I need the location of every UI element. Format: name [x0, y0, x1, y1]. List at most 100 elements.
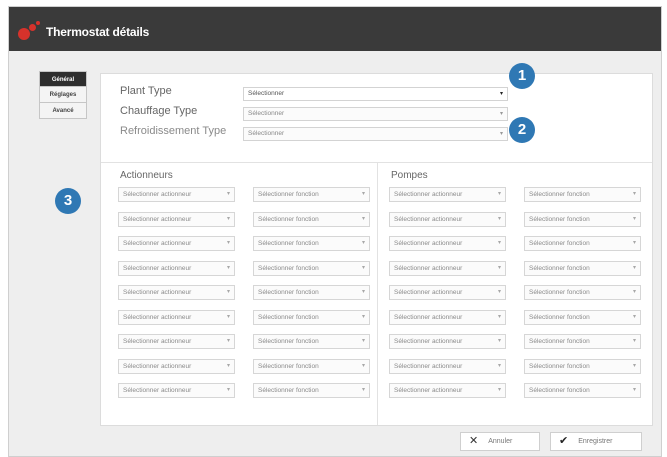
actionneurs-actionneur-select[interactable]: Sélectionner actionneur ▾ — [118, 334, 235, 349]
actionneurs-actionneur-value: Sélectionner actionneur — [123, 313, 192, 321]
refroidissement-type-select[interactable]: Sélectionner ▾ — [243, 127, 508, 141]
actionneurs-fonction-value: Sélectionner fonction — [258, 191, 319, 198]
pompes-fonction-select[interactable]: Sélectionner fonction ▾ — [524, 334, 641, 349]
tab-avance[interactable]: Avancé — [39, 103, 87, 119]
chevron-down-icon: ▾ — [361, 289, 365, 295]
actionneurs-actionneur-value: Sélectionner actionneur — [123, 338, 192, 345]
chevron-down-icon: ▾ — [361, 191, 365, 197]
plant-type-select[interactable]: Sélectionner ▾ — [243, 87, 508, 101]
save-button[interactable]: ✔ Enregistrer — [550, 432, 642, 451]
chevron-down-icon: ▾ — [497, 289, 501, 295]
chevron-down-icon: ▾ — [499, 131, 503, 137]
actionneurs-actionneur-value: Sélectionner actionneur — [123, 264, 192, 272]
actionneurs-fonction-select[interactable]: Sélectionner fonction ▾ — [253, 358, 370, 374]
pompes-fonction-select[interactable]: Sélectionner fonction ▾ — [524, 236, 641, 251]
chevron-down-icon: ▾ — [226, 191, 230, 197]
chevron-down-icon: ▾ — [497, 338, 501, 344]
pompes-actionneur-select[interactable]: Sélectionner actionneur ▾ — [389, 187, 506, 202]
pompes-fonction-select[interactable]: Sélectionner fonction ▾ — [524, 260, 641, 276]
chevron-down-icon: ▾ — [226, 215, 230, 222]
pompes-fonction-value: Sélectionner fonction — [529, 362, 590, 370]
chevron-down-icon: ▾ — [497, 240, 501, 246]
chevron-down-icon: ▾ — [361, 240, 365, 246]
chevron-down-icon: ▾ — [497, 264, 501, 271]
refroidissement-type-value: Sélectionner — [248, 130, 285, 137]
chevron-down-icon: ▾ — [499, 111, 503, 117]
pompes-actionneur-select[interactable]: Sélectionner actionneur ▾ — [389, 358, 506, 374]
pompes-title: Pompes — [391, 170, 428, 181]
pompes-actionneur-value: Sélectionner actionneur — [394, 191, 463, 198]
pompes-actionneur-value: Sélectionner actionneur — [394, 338, 463, 345]
actionneurs-fonction-value: Sélectionner fonction — [258, 264, 319, 272]
actionneurs-fonction-select[interactable]: Sélectionner fonction ▾ — [253, 236, 370, 251]
chevron-down-icon: ▾ — [632, 362, 636, 369]
pompes-fonction-select[interactable]: Sélectionner fonction ▾ — [524, 187, 641, 202]
chevron-down-icon: ▾ — [361, 215, 365, 222]
chevron-down-icon: ▾ — [632, 215, 636, 222]
chevron-down-icon: ▾ — [632, 240, 636, 246]
tab-general[interactable]: Général — [39, 71, 87, 87]
tab-reglages[interactable]: Réglages — [39, 87, 87, 103]
actionneurs-fonction-value: Sélectionner fonction — [258, 240, 319, 247]
actionneurs-title: Actionneurs — [120, 170, 173, 181]
cancel-label: Annuler — [488, 438, 513, 445]
title-bar: Thermostat détails — [9, 7, 661, 51]
actionneurs-actionneur-select[interactable]: Sélectionner actionneur ▾ — [118, 236, 235, 251]
app-logo-icon — [18, 21, 40, 43]
pompes-fonction-select[interactable]: Sélectionner fonction ▾ — [524, 383, 641, 398]
pompes-actionneur-select[interactable]: Sélectionner actionneur ▾ — [389, 309, 506, 325]
actionneurs-fonction-select[interactable]: Sélectionner fonction ▾ — [253, 187, 370, 202]
pompes-actionneur-select[interactable]: Sélectionner actionneur ▾ — [389, 260, 506, 276]
cancel-button[interactable]: ✕ Annuler — [460, 432, 540, 451]
chevron-down-icon: ▾ — [497, 191, 501, 197]
pompes-actionneur-select[interactable]: Sélectionner actionneur ▾ — [389, 334, 506, 349]
actionneurs-actionneur-select[interactable]: Sélectionner actionneur ▾ — [118, 309, 235, 325]
pompes-actionneur-select[interactable]: Sélectionner actionneur ▾ — [389, 285, 506, 300]
pompes-actionneur-select[interactable]: Sélectionner actionneur ▾ — [389, 211, 506, 227]
pompes-fonction-value: Sélectionner fonction — [529, 313, 590, 321]
chevron-down-icon: ▾ — [499, 91, 503, 97]
chevron-down-icon: ▾ — [497, 362, 501, 369]
actionneurs-actionneur-select[interactable]: Sélectionner actionneur ▾ — [118, 383, 235, 398]
pompes-fonction-select[interactable]: Sélectionner fonction ▾ — [524, 309, 641, 325]
actionneurs-fonction-value: Sélectionner fonction — [258, 338, 319, 345]
chevron-down-icon: ▾ — [497, 387, 501, 393]
pompes-actionneur-value: Sélectionner actionneur — [394, 313, 463, 321]
chevron-down-icon: ▾ — [226, 264, 230, 271]
chevron-down-icon: ▾ — [226, 240, 230, 246]
actionneurs-fonction-value: Sélectionner fonction — [258, 289, 319, 296]
actionneurs-actionneur-value: Sélectionner actionneur — [123, 289, 192, 296]
thermostat-dialog: Thermostat détails Général Réglages Avan… — [8, 6, 662, 457]
column-divider — [377, 162, 378, 425]
chevron-down-icon: ▾ — [226, 313, 230, 320]
pompes-fonction-value: Sélectionner fonction — [529, 338, 590, 345]
chevron-down-icon: ▾ — [632, 191, 636, 197]
chevron-down-icon: ▾ — [632, 289, 636, 295]
chevron-down-icon: ▾ — [632, 264, 636, 271]
actionneurs-actionneur-select[interactable]: Sélectionner actionneur ▾ — [118, 211, 235, 227]
actionneurs-fonction-select[interactable]: Sélectionner fonction ▾ — [253, 334, 370, 349]
actionneurs-fonction-select[interactable]: Sélectionner fonction ▾ — [253, 285, 370, 300]
actionneurs-fonction-value: Sélectionner fonction — [258, 387, 319, 394]
actionneurs-fonction-select[interactable]: Sélectionner fonction ▾ — [253, 309, 370, 325]
pompes-fonction-value: Sélectionner fonction — [529, 240, 590, 247]
actionneurs-actionneur-select[interactable]: Sélectionner actionneur ▾ — [118, 358, 235, 374]
chevron-down-icon: ▾ — [361, 387, 365, 393]
actionneurs-fonction-select[interactable]: Sélectionner fonction ▾ — [253, 383, 370, 398]
actionneurs-actionneur-select[interactable]: Sélectionner actionneur ▾ — [118, 285, 235, 300]
chauffage-type-select[interactable]: Sélectionner ▾ — [243, 107, 508, 121]
chauffage-type-label: Chauffage Type — [120, 105, 198, 117]
actionneurs-fonction-select[interactable]: Sélectionner fonction ▾ — [253, 211, 370, 227]
pompes-fonction-select[interactable]: Sélectionner fonction ▾ — [524, 285, 641, 300]
actionneurs-actionneur-select[interactable]: Sélectionner actionneur ▾ — [118, 187, 235, 202]
chevron-down-icon: ▾ — [497, 215, 501, 222]
pompes-fonction-select[interactable]: Sélectionner fonction ▾ — [524, 211, 641, 227]
actionneurs-actionneur-select[interactable]: Sélectionner actionneur ▾ — [118, 260, 235, 276]
pompes-actionneur-select[interactable]: Sélectionner actionneur ▾ — [389, 236, 506, 251]
chevron-down-icon: ▾ — [632, 387, 636, 393]
pompes-fonction-select[interactable]: Sélectionner fonction ▾ — [524, 358, 641, 374]
actionneurs-fonction-select[interactable]: Sélectionner fonction ▾ — [253, 260, 370, 276]
pompes-actionneur-select[interactable]: Sélectionner actionneur ▾ — [389, 383, 506, 398]
callout-badge-1: 1 — [509, 63, 535, 89]
pompes-fonction-value: Sélectionner fonction — [529, 289, 590, 296]
